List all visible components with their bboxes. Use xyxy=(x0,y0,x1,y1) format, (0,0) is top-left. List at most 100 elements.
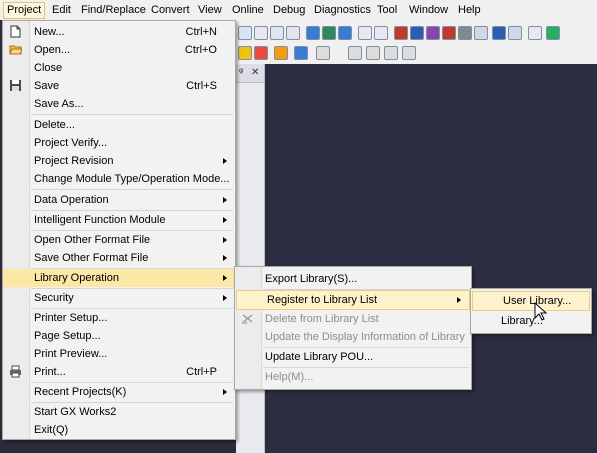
menu-item-delete[interactable]: Delete... xyxy=(3,116,235,134)
menu-item-register-library-list[interactable]: Register to Library List xyxy=(236,290,470,310)
toolbar-icon-21[interactable] xyxy=(254,46,268,60)
menu-debug[interactable]: Debug xyxy=(270,3,308,17)
menu-item-project-revision[interactable]: Project Revision xyxy=(3,152,235,170)
menu-item-shortcut: Ctrl+N xyxy=(185,26,217,38)
toolbar-icon-2[interactable] xyxy=(254,26,268,40)
toolbar-icon-13[interactable] xyxy=(442,26,456,40)
menu-convert[interactable]: Convert xyxy=(148,3,193,17)
menu-tool[interactable]: Tool xyxy=(374,3,400,17)
toolbar-icon-16[interactable] xyxy=(492,26,506,40)
menu-item-user-library[interactable]: User Library... xyxy=(472,291,590,311)
menu-item-label: Project Verify... xyxy=(34,137,108,149)
toolbar-icon-26[interactable] xyxy=(366,46,380,60)
menu-item-label: Start GX Works2 xyxy=(34,406,117,418)
workspace-area xyxy=(236,64,597,453)
menu-item-save[interactable]: Save Ctrl+S xyxy=(3,77,235,95)
menu-diagnostics[interactable]: Diagnostics xyxy=(311,3,374,17)
toolbar-icon-1[interactable] xyxy=(238,26,252,40)
toolbar-icon-14[interactable] xyxy=(458,26,472,40)
toolbar-icon-8[interactable] xyxy=(358,26,372,40)
menu-item-label: Exit(Q) xyxy=(34,424,69,436)
navigation-panel xyxy=(236,64,265,453)
toolbar-icon-3[interactable] xyxy=(270,26,284,40)
menu-separator xyxy=(31,189,233,190)
toolbar-icon-12[interactable] xyxy=(426,26,440,40)
navigation-panel-header: ᵠ ✕ xyxy=(236,64,264,83)
menu-item-print-preview[interactable]: Print Preview... xyxy=(3,345,235,363)
menu-item-update-display-information[interactable]: Update the Display Information of Librar… xyxy=(235,328,471,346)
menu-separator xyxy=(31,114,233,115)
menu-item-page-setup[interactable]: Page Setup... xyxy=(3,327,235,345)
menu-item-library-operation[interactable]: Library Operation xyxy=(3,269,235,287)
menu-find-replace[interactable]: Find/Replace xyxy=(78,3,149,17)
menu-item-intelligent-function-module[interactable]: Intelligent Function Module xyxy=(3,211,235,229)
toolbar-icon-10[interactable] xyxy=(394,26,408,40)
menu-item-new[interactable]: New... Ctrl+N xyxy=(3,23,235,41)
menu-item-open[interactable]: Open... Ctrl+O xyxy=(3,41,235,59)
menu-item-security[interactable]: Security xyxy=(3,289,235,307)
toolbar-icon-24[interactable] xyxy=(316,46,330,60)
menu-item-delete-library-list[interactable]: Delete from Library List xyxy=(235,310,471,328)
new-file-icon xyxy=(10,25,21,38)
pin-icon[interactable]: ᵠ xyxy=(239,67,243,78)
menu-online[interactable]: Online xyxy=(229,3,267,17)
toolbar-icon-23[interactable] xyxy=(294,46,308,60)
menu-item-shortcut: Ctrl+S xyxy=(186,80,217,92)
menu-item-save-other-format[interactable]: Save Other Format File xyxy=(3,249,235,267)
submenu-arrow-icon xyxy=(223,217,227,223)
menu-item-project-verify[interactable]: Project Verify... xyxy=(3,134,235,152)
menu-item-library[interactable]: Library... xyxy=(471,312,591,330)
toolbar-icon-6[interactable] xyxy=(322,26,336,40)
toolbar-icon-20[interactable] xyxy=(238,46,252,60)
toolbar-icon-28[interactable] xyxy=(402,46,416,60)
toolbar-icon-5[interactable] xyxy=(306,26,320,40)
menu-item-label: Delete... xyxy=(34,119,75,131)
menu-item-label: Export Library(S)... xyxy=(265,273,358,285)
menu-item-shortcut: Ctrl+O xyxy=(184,44,217,56)
close-icon[interactable]: ✕ xyxy=(251,67,259,78)
menu-item-update-library-pou[interactable]: Update Library POU... xyxy=(235,348,471,366)
menu-edit[interactable]: Edit xyxy=(49,3,74,17)
menu-item-print[interactable]: Print... Ctrl+P xyxy=(3,363,235,381)
menu-item-label: Open Other Format File xyxy=(34,234,151,246)
menu-item-export-library[interactable]: Export Library(S)... xyxy=(235,270,471,288)
menu-item-recent-projects[interactable]: Recent Projects(K) xyxy=(3,383,235,401)
menu-item-printer-setup[interactable]: Printer Setup... xyxy=(3,309,235,327)
menu-window[interactable]: Window xyxy=(406,3,451,17)
menu-item-label: Security xyxy=(34,292,74,304)
menu-item-label: Open... xyxy=(34,44,71,56)
menu-item-label: Change Module Type/Operation Mode... xyxy=(34,173,230,185)
menu-item-label: Save Other Format File xyxy=(34,252,149,264)
menu-item-open-other-format[interactable]: Open Other Format File xyxy=(3,231,235,249)
toolbar-icon-4[interactable] xyxy=(286,26,300,40)
toolbar-icon-22[interactable] xyxy=(274,46,288,60)
toolbar xyxy=(236,20,597,65)
menu-item-label: Print Preview... xyxy=(34,348,108,360)
menu-project[interactable]: Project xyxy=(3,2,46,19)
menu-item-help[interactable]: Help(M)... xyxy=(235,368,471,386)
toolbar-icon-15[interactable] xyxy=(474,26,488,40)
menu-item-label: Update the Display Information of Librar… xyxy=(265,331,465,343)
menu-item-save-as[interactable]: Save As... xyxy=(3,95,235,113)
menu-item-exit[interactable]: Exit(Q) xyxy=(3,421,235,439)
toolbar-icon-11[interactable] xyxy=(410,26,424,40)
menu-item-close[interactable]: Close xyxy=(3,59,235,77)
toolbar-icon-19[interactable] xyxy=(546,26,560,40)
submenu-arrow-icon xyxy=(223,389,227,395)
menu-bar: Project Edit Find/Replace Convert View O… xyxy=(0,0,597,20)
toolbar-icon-9[interactable] xyxy=(374,26,388,40)
delete-library-icon xyxy=(242,314,253,324)
menu-item-label: New... xyxy=(34,26,65,38)
menu-item-data-operation[interactable]: Data Operation xyxy=(3,191,235,209)
toolbar-icon-18[interactable] xyxy=(528,26,542,40)
menu-item-change-module-type[interactable]: Change Module Type/Operation Mode... xyxy=(3,170,235,188)
toolbar-icon-7[interactable] xyxy=(338,26,352,40)
toolbar-icon-25[interactable] xyxy=(348,46,362,60)
toolbar-icon-17[interactable] xyxy=(508,26,522,40)
printer-icon xyxy=(10,365,21,378)
menu-item-start-gx-works2[interactable]: Start GX Works2 xyxy=(3,403,235,421)
menu-help[interactable]: Help xyxy=(455,3,484,17)
toolbar-icon-27[interactable] xyxy=(384,46,398,60)
open-folder-icon xyxy=(9,45,22,55)
menu-view[interactable]: View xyxy=(195,3,225,17)
